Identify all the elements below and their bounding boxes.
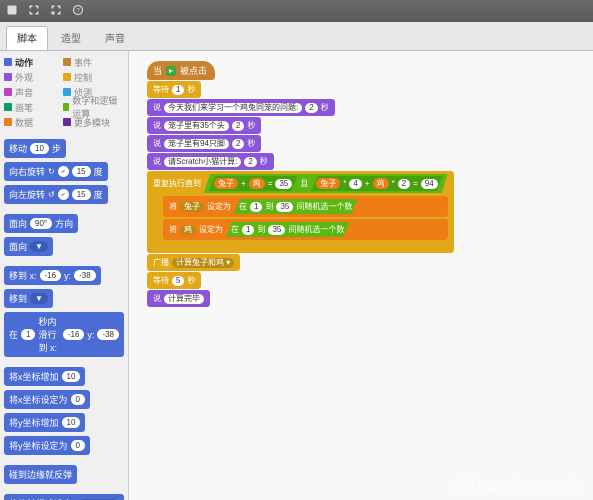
block-move[interactable]: 移动10步 <box>4 139 66 158</box>
block-set-rabbit[interactable]: 将兔子设定为在1到35间随机选一个数 <box>163 196 448 217</box>
stamp-icon[interactable] <box>6 4 18 19</box>
cat-motion[interactable]: 动作 <box>4 55 62 69</box>
block-repeat-until[interactable]: 重复执行直到 兔子+鸡=35 且 兔子*4+鸡*2=94 将兔子设定为在1到35… <box>147 171 454 253</box>
ccw-icon: ↺ <box>48 190 55 199</box>
main-area: 动作 事件 外观 控制 声音 侦测 画笔 数字和逻辑运算 数据 更多模块 移动1… <box>0 51 593 500</box>
watermark: China-Scratch <box>450 476 579 497</box>
block-point-dir[interactable]: 面向90°方向 <box>4 214 78 233</box>
condition-and[interactable]: 兔子+鸡=35 且 兔子*4+鸡*2=94 <box>204 174 448 193</box>
block-glide[interactable]: 在1秒内滑行到 x:-16y:-38 <box>4 312 124 357</box>
editor-tabs: 脚本 造型 声音 <box>0 22 593 51</box>
tab-sounds[interactable]: 声音 <box>94 26 136 50</box>
block-wait-1[interactable]: 等待1秒 <box>147 81 201 98</box>
block-wait-2[interactable]: 等待5秒 <box>147 272 201 289</box>
block-say-2[interactable]: 说笼子里有35个头2秒 <box>147 117 261 134</box>
script-workspace[interactable]: 当被点击 等待1秒 说今天我们来学习一个鸡兔同笼的问题:2秒 说笼子里有35个头… <box>129 51 593 500</box>
tab-scripts[interactable]: 脚本 <box>6 26 48 50</box>
block-goto[interactable]: 移到▼ <box>4 289 53 308</box>
cw-icon: ↻ <box>48 167 55 176</box>
block-set-y[interactable]: 将y坐标设定为0 <box>4 436 90 455</box>
top-toolbar: ? <box>0 0 593 22</box>
block-broadcast[interactable]: 广播计算兔子和鸡 ▾ <box>147 254 240 271</box>
cat-looks[interactable]: 外观 <box>4 70 62 84</box>
block-set-chicken[interactable]: 将鸡设定为在1到35间随机选一个数 <box>163 219 448 240</box>
block-say-5[interactable]: 说计算完毕 <box>147 290 210 307</box>
cat-events[interactable]: 事件 <box>63 55 121 69</box>
app-window: ? 脚本 造型 声音 动作 事件 外观 控制 声音 侦测 画笔 数字和逻辑运算 … <box>0 0 593 500</box>
cat-pen[interactable]: 画笔 <box>4 100 62 114</box>
block-bounce[interactable]: 碰到边缘就反弹 <box>4 465 77 484</box>
block-set-x[interactable]: 将x坐标设定为0 <box>4 390 90 409</box>
cat-data[interactable]: 数据 <box>4 115 62 129</box>
fullscreen-icon[interactable] <box>28 4 40 19</box>
cat-control[interactable]: 控制 <box>63 70 121 84</box>
category-grid: 动作 事件 外观 控制 声音 侦测 画笔 数字和逻辑运算 数据 更多模块 <box>0 51 128 133</box>
block-turn-ccw[interactable]: 向左旋转↺15度 <box>4 185 108 204</box>
palette-block-list: 移动10步 向右旋转↻15度 向左旋转↺15度 面向90°方向 面向▼ 移到 x… <box>0 133 128 500</box>
tab-costumes[interactable]: 造型 <box>50 26 92 50</box>
cat-operators[interactable]: 数字和逻辑运算 <box>63 100 121 114</box>
cat-more[interactable]: 更多模块 <box>63 115 121 129</box>
block-goto-xy[interactable]: 移到 x:-16y:-38 <box>4 266 101 285</box>
block-palette: 动作 事件 外观 控制 声音 侦测 画笔 数字和逻辑运算 数据 更多模块 移动1… <box>0 51 129 500</box>
block-change-x[interactable]: 将x坐标增加10 <box>4 367 85 386</box>
cat-sound[interactable]: 声音 <box>4 85 62 99</box>
help-icon[interactable]: ? <box>72 4 84 19</box>
green-flag-icon <box>166 66 176 76</box>
block-say-4[interactable]: 说请Scratch小猫计算:2秒 <box>147 153 274 170</box>
block-turn-cw[interactable]: 向右旋转↻15度 <box>4 162 108 181</box>
block-change-y[interactable]: 将y坐标增加10 <box>4 413 85 432</box>
block-say-3[interactable]: 说笼子里有94只脚2秒 <box>147 135 261 152</box>
block-rotstyle[interactable]: 将旋转模式设定为左-右翻转 <box>4 494 124 500</box>
block-say-1[interactable]: 说今天我们来学习一个鸡兔同笼的问题:2秒 <box>147 99 335 116</box>
svg-text:?: ? <box>76 8 80 14</box>
block-when-flag[interactable]: 当被点击 <box>147 61 215 80</box>
block-point-towards[interactable]: 面向▼ <box>4 237 53 256</box>
shrink-icon[interactable] <box>50 4 62 19</box>
script-stack[interactable]: 当被点击 等待1秒 说今天我们来学习一个鸡兔同笼的问题:2秒 说笼子里有35个头… <box>147 61 454 307</box>
